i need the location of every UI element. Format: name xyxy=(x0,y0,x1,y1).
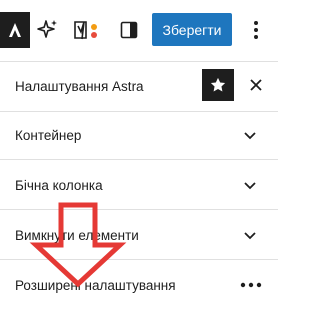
astra-settings-header: Налаштування Astra xyxy=(0,61,278,112)
section-label: Бічна колонка xyxy=(15,178,103,193)
astra-logo-button[interactable] xyxy=(0,12,30,48)
chevron-down-icon xyxy=(244,232,256,240)
close-panel-button[interactable] xyxy=(244,72,268,98)
star-icon xyxy=(210,77,226,92)
sparkle-icon xyxy=(37,20,57,38)
pin-favorite-button[interactable] xyxy=(202,69,234,101)
astra-logo-icon xyxy=(9,23,21,37)
section-advanced-settings[interactable]: Розширені налаштування xyxy=(0,260,278,309)
section-label: Вимкнути елементи xyxy=(15,228,139,243)
more-horizontal-icon[interactable] xyxy=(238,274,264,296)
yoast-seo-button[interactable] xyxy=(72,16,106,44)
toggle-sidebar-button[interactable] xyxy=(116,16,142,44)
ai-sparkle-button[interactable] xyxy=(36,16,60,44)
sidebar-icon xyxy=(120,21,138,39)
yoast-icon xyxy=(74,21,97,40)
section-sidebar[interactable]: Бічна колонка xyxy=(0,160,278,210)
section-disable-elements[interactable]: Вимкнути елементи xyxy=(0,210,278,260)
chevron-down-icon xyxy=(244,132,256,140)
chevron-down-icon xyxy=(244,182,256,190)
section-container[interactable]: Контейнер xyxy=(0,110,278,160)
section-label: Контейнер xyxy=(15,128,82,143)
save-button[interactable]: Зберегти xyxy=(152,13,232,46)
more-options-button[interactable] xyxy=(244,16,268,44)
close-icon xyxy=(250,79,262,91)
panel-title: Налаштування Astra xyxy=(15,79,144,94)
section-label: Розширені налаштування xyxy=(15,278,176,293)
kebab-menu-icon xyxy=(254,21,258,39)
top-toolbar: Зберегти xyxy=(0,0,278,60)
